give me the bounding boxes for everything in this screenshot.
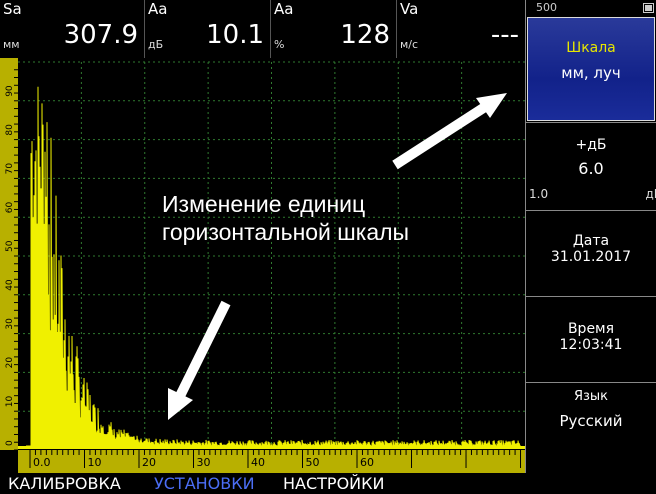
tab-calibration[interactable]: КАЛИБРОВКА <box>8 473 121 494</box>
panel-header: 500 <box>526 0 656 17</box>
time-button[interactable]: Время 12:03:41 <box>526 296 656 382</box>
x-tick-label: 40 <box>251 456 265 469</box>
tab-settings[interactable]: УСТАНОВКИ <box>154 473 255 494</box>
header-value: 500 <box>536 1 557 14</box>
date-label: Дата <box>572 233 610 249</box>
battery-icon <box>643 3 654 13</box>
language-button[interactable]: Язык Русский <box>526 382 656 473</box>
measurement-unit: дБ <box>148 38 164 51</box>
measurement-unit: мм <box>3 38 20 51</box>
scale-value: мм, луч <box>561 64 621 82</box>
language-value: Русский <box>559 412 623 430</box>
y-tick-label: 70 <box>5 163 15 175</box>
x-tick-label: 20 <box>142 456 156 469</box>
right-panel: 500 Шкала мм, луч +дБ 6.0 1.0 дБ Дата 31… <box>525 0 656 473</box>
y-tick-label: 10 <box>5 395 15 407</box>
y-tick-label: 80 <box>5 124 15 136</box>
tab-configuration[interactable]: НАСТРОЙКИ <box>283 473 384 494</box>
x-tick-label: 30 <box>197 456 211 469</box>
gain-label: +дБ <box>575 137 607 153</box>
ascan-plot: 0 10 20 30 40 50 60 70 80 90 0.0 10 20 30 40 50 60 <box>0 58 525 473</box>
measurement-va: Va м/с --- <box>397 0 525 58</box>
gain-unit: дБ <box>645 187 656 201</box>
measurement-aa-percent: Aa % 128 <box>271 0 397 58</box>
measurement-value: 10.1 <box>206 20 264 50</box>
measurement-unit: % <box>274 38 285 51</box>
annotation-text: Изменение единиц горизонтальной шкалы <box>162 190 409 246</box>
y-tick-label: 30 <box>5 318 15 330</box>
x-tick-label: 10 <box>88 456 102 469</box>
y-tick-label: 50 <box>5 240 15 252</box>
x-tick-label: 60 <box>360 456 374 469</box>
x-tick-label: 0.0 <box>33 456 51 469</box>
ascan-screen: 0 10 20 30 40 50 60 70 80 90 0.0 10 20 30 40 50 60 Изме… <box>0 58 525 473</box>
gain-button[interactable]: +дБ 6.0 1.0 дБ <box>526 122 656 210</box>
measurement-value: 307.9 <box>63 20 138 50</box>
y-tick-label: 20 <box>5 357 15 369</box>
annotation-line-2: горизонтальной шкалы <box>162 219 410 245</box>
measurement-name: Aa <box>148 0 168 18</box>
gain-value: 6.0 <box>578 159 604 178</box>
measurement-value: 128 <box>340 20 390 50</box>
y-tick-label: 40 <box>5 279 15 291</box>
measurement-aa-db: Aa дБ 10.1 <box>145 0 271 58</box>
language-label: Язык <box>573 389 609 404</box>
date-button[interactable]: Дата 31.01.2017 <box>526 210 656 296</box>
scale-label: Шкала <box>566 40 616 56</box>
measurement-unit: м/с <box>400 38 419 51</box>
y-tick-label: 0 <box>5 440 15 446</box>
baseline-noise <box>18 446 525 449</box>
gain-step: 1.0 <box>529 187 549 201</box>
time-value: 12:03:41 <box>559 337 623 353</box>
time-label: Время <box>567 321 615 337</box>
measurement-sa: Sa мм 307.9 <box>0 0 145 58</box>
date-value: 31.01.2017 <box>550 249 632 265</box>
measurement-value: --- <box>490 20 519 50</box>
measurement-name: Sa <box>3 0 22 18</box>
measurement-name: Va <box>400 0 419 18</box>
annotation-line-1: Изменение единиц <box>162 191 366 217</box>
y-tick-label: 60 <box>5 201 15 213</box>
measurement-name: Aa <box>274 0 294 18</box>
x-tick-label: 50 <box>306 456 320 469</box>
scale-button[interactable]: Шкала мм, луч <box>527 17 655 121</box>
menu-tabs: КАЛИБРОВКА УСТАНОВКИ НАСТРОЙКИ <box>0 473 656 494</box>
y-tick-label: 90 <box>5 85 15 97</box>
